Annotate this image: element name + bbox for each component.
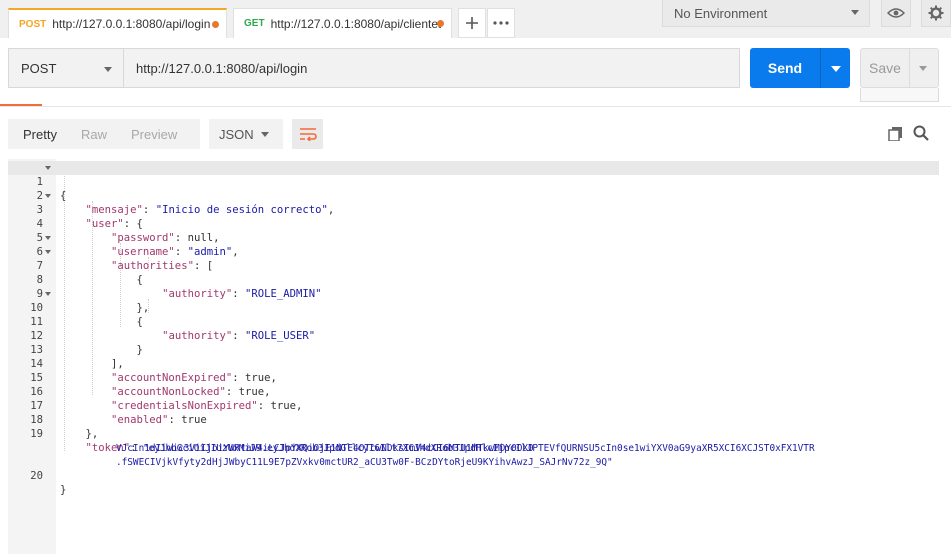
code-line: 9 }, — [8, 273, 939, 314]
send-split-divider — [820, 48, 821, 88]
save-split-divider — [909, 49, 910, 87]
code-text: } — [60, 484, 67, 496]
environment-selected-label: No Environment — [674, 5, 768, 21]
section-divider — [0, 106, 951, 107]
response-format-label: JSON — [219, 126, 254, 142]
code-line: 13 ], — [8, 329, 939, 370]
code-line: 3 "user": { — [8, 189, 939, 230]
fold-chevron-icon[interactable] — [45, 194, 51, 198]
save-options-chevron-icon[interactable] — [919, 66, 927, 71]
send-button-label: Send — [767, 60, 803, 76]
code-line: 12 } — [8, 315, 939, 356]
save-dropdown-edge — [860, 88, 939, 102]
tab-method-label: GET — [244, 18, 265, 29]
request-tab-login[interactable]: POST http://127.0.0.1:8080/api/login — [8, 8, 227, 38]
request-url-text: http://127.0.0.1:8080/api/login — [136, 60, 308, 76]
line-number: 20 — [30, 470, 43, 482]
tab-url-label: http://127.0.0.1:8080/api/clientes — [270, 16, 441, 31]
code-line: 14 "accountNonExpired": true, — [8, 343, 939, 384]
code-line: 5 "username": "admin", — [8, 217, 939, 258]
response-view-tabs: Pretty Raw Preview — [8, 119, 200, 149]
request-url-input[interactable]: http://127.0.0.1:8080/api/login — [124, 48, 740, 88]
code-line: 4 "password": null, — [8, 203, 939, 244]
plus-icon — [466, 17, 478, 29]
environment-settings-button[interactable] — [921, 0, 951, 27]
response-format-select[interactable]: JSON — [209, 119, 283, 149]
http-method-select[interactable]: POST — [8, 48, 124, 88]
code-line: 10 { — [8, 287, 939, 328]
code-line: 7 { — [8, 245, 939, 286]
code-line: 16 "credentialsNonExpired": true, — [8, 371, 939, 412]
chevron-down-icon — [851, 10, 859, 15]
code-line: .fSWECIVjkVfyty2dHjJWbyC11L9E7pZVxkv0mct… — [8, 441, 939, 468]
environment-quick-look-button[interactable] — [881, 0, 911, 27]
response-body-editor[interactable]: 1 { 2 "mensaje": "Inicio de sesión corre… — [8, 159, 939, 554]
fold-chevron-icon[interactable] — [45, 250, 51, 254]
search-response-button[interactable] — [913, 125, 929, 146]
word-wrap-icon — [299, 128, 317, 141]
code-line: 6 "authorities": [ — [8, 231, 939, 272]
code-line: 1 { — [8, 161, 939, 202]
chevron-down-icon — [261, 132, 269, 137]
fold-chevron-icon[interactable] — [45, 236, 51, 240]
eye-icon — [887, 8, 905, 18]
code-line: 8 "authority": "ROLE_ADMIN" — [8, 259, 939, 300]
fold-chevron-icon[interactable] — [45, 166, 51, 170]
code-line: 2 "mensaje": "Inicio de sesión correcto"… — [8, 175, 939, 216]
http-method-label: POST — [21, 60, 57, 76]
new-tab-button[interactable] — [458, 8, 486, 38]
tab-raw[interactable]: Raw — [69, 127, 119, 142]
search-icon — [913, 125, 929, 141]
request-tab-clientes[interactable]: GET http://127.0.0.1:8080/api/clientes — [233, 8, 452, 38]
chevron-down-icon — [104, 67, 112, 72]
send-options-chevron-icon[interactable] — [831, 66, 841, 72]
tab-url-label: http://127.0.0.1:8080/api/login — [52, 17, 211, 31]
save-button-label: Save — [869, 60, 901, 76]
tab-options-button[interactable] — [487, 8, 515, 38]
code-line: 20 } — [8, 455, 939, 496]
unsaved-indicator-icon — [437, 20, 444, 27]
gear-icon — [928, 5, 944, 21]
send-button[interactable]: Send — [750, 48, 850, 88]
code-line: 11 "authority": "ROLE_USER" — [8, 301, 939, 342]
code-line: 19 "token": "eyJhbGciOiJIUzUxMiJ9.eyJhdX… — [8, 413, 939, 454]
fold-chevron-icon[interactable] — [45, 292, 51, 296]
ellipsis-icon — [493, 21, 509, 25]
code-line: 17 "enabled": true — [8, 385, 939, 426]
code-line: 18 }, — [8, 399, 939, 440]
copy-response-button[interactable] — [888, 126, 903, 146]
tab-method-label: POST — [19, 18, 47, 30]
code-line: 15 "accountNonLocked": true, — [8, 357, 939, 398]
word-wrap-button[interactable] — [292, 119, 323, 149]
save-button[interactable]: Save — [860, 48, 939, 88]
copy-icon — [888, 127, 902, 142]
tab-preview[interactable]: Preview — [119, 127, 189, 142]
unsaved-indicator-icon — [212, 21, 219, 28]
environment-select[interactable]: No Environment — [662, 0, 870, 27]
code-line: VJcIn1dIiwic3ViIjoiYWRtaW4iLCJpYXQiOjE1N… — [8, 427, 939, 454]
tab-pretty[interactable]: Pretty — [8, 127, 69, 142]
